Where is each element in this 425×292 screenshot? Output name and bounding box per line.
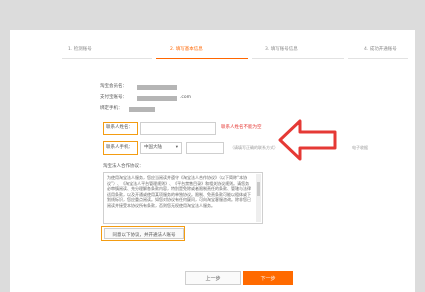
agree-button[interactable]: 同意以下协议，并开通法人账号 xyxy=(104,228,184,239)
contact-phone-label: 联系人手机： xyxy=(106,145,133,150)
phone-region-value: 中国大陆 xyxy=(144,145,162,150)
contact-name-error: 联系人姓名不能为空 xyxy=(221,125,262,130)
step-indicator: 1. 检测账号 2. 填写基本信息 3. 填写账号信息 4. 成功开通账号 xyxy=(10,44,415,56)
step-4-rule xyxy=(348,58,408,59)
step-3-rule xyxy=(252,58,344,59)
agreement-textbox[interactable]: 为使用淘宝法人服务，您应当阅读并遵守《淘宝法人合作协议》（以下简称“本协议”）、… xyxy=(103,172,263,224)
step-3-label: 3. 填写账号信息 xyxy=(265,47,298,52)
step-2-label: 2. 填写基本信息 xyxy=(170,47,203,52)
step-2-rule xyxy=(156,58,248,59)
page-panel xyxy=(10,30,415,292)
contact-name-label: 联系人姓名： xyxy=(106,125,133,130)
agreement-text: 为使用淘宝法人服务，您应当阅读并遵守《淘宝法人合作协议》（以下简称“本协议”）、… xyxy=(107,175,251,208)
phone-region-select[interactable]: 中国大陆 ▾ xyxy=(140,142,182,154)
red-arrow-shape xyxy=(278,119,337,161)
contact-phone-hint: （请填写正确的联系方式） xyxy=(230,145,278,150)
step-1-rule xyxy=(62,58,152,59)
login-name-redacted xyxy=(137,85,177,90)
agreement-title: 淘宝法人合作协议： xyxy=(103,164,144,169)
next-step-button[interactable]: 下一步 xyxy=(243,271,293,285)
chevron-down-icon: ▾ xyxy=(175,145,178,150)
step-4-label: 4. 成功开通账号 xyxy=(364,47,397,52)
bind-phone-redacted xyxy=(129,107,155,112)
alipay-account-label: 支付宝账号： xyxy=(100,95,127,100)
step-1-label: 1. 检测账号 xyxy=(68,47,92,52)
login-name-label: 淘宝会员名： xyxy=(100,84,127,89)
contact-phone-input[interactable] xyxy=(186,142,224,154)
contact-phone-hint-right: 电子收据 xyxy=(352,145,368,150)
agreement-scrollbar[interactable] xyxy=(256,174,261,222)
bind-phone-label: 绑定手机： xyxy=(100,106,123,111)
prev-step-button[interactable]: 上一步 xyxy=(185,271,241,285)
agreement-scroll-thumb[interactable] xyxy=(257,182,260,196)
contact-name-input[interactable] xyxy=(140,122,216,135)
red-arrow-icon xyxy=(278,119,337,161)
alipay-account-redacted xyxy=(137,96,177,101)
alipay-account-domain: .com xyxy=(180,95,192,100)
